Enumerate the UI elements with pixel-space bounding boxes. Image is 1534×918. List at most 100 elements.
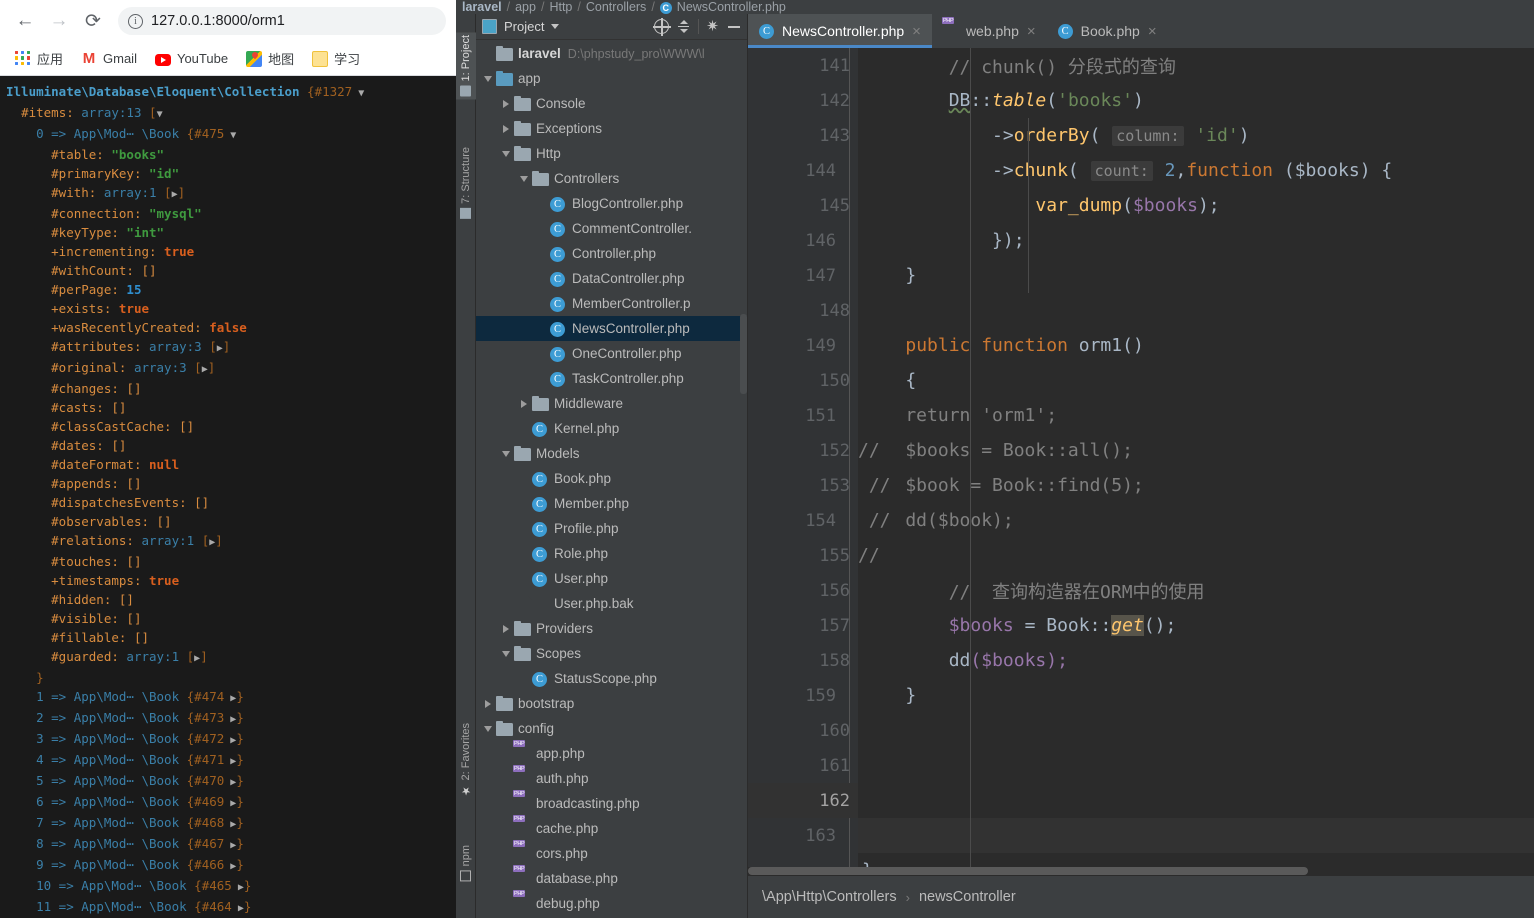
tree-item[interactable]: Providers bbox=[476, 616, 747, 641]
tree-item[interactable]: C Book.php bbox=[476, 466, 747, 491]
back-button[interactable]: ← bbox=[10, 6, 40, 36]
status-path[interactable]: \App\Http\Controllers bbox=[762, 889, 897, 905]
code-line[interactable] bbox=[858, 293, 1534, 328]
tree-item[interactable]: Http bbox=[476, 141, 747, 166]
code-line[interactable]: $books = Book::all(); bbox=[858, 433, 1534, 468]
code-line[interactable] bbox=[858, 713, 1534, 748]
close-icon[interactable]: × bbox=[1148, 23, 1157, 40]
code-line[interactable]: // 查询构造器在ORM中的使用 bbox=[858, 573, 1534, 608]
chevron-down-icon[interactable] bbox=[498, 450, 514, 457]
tree-item[interactable]: C Profile.php bbox=[476, 516, 747, 541]
gear-icon[interactable] bbox=[706, 20, 719, 33]
tree-item[interactable]: C Role.php bbox=[476, 541, 747, 566]
tree-item[interactable]: Models bbox=[476, 441, 747, 466]
tree-item[interactable]: C StatusScope.php bbox=[476, 666, 747, 691]
tree-item[interactable]: laravel D:\phpstudy_pro\WWW\l bbox=[476, 41, 747, 66]
address-bar[interactable]: i 127.0.0.1:8000/orm1 bbox=[118, 7, 446, 35]
bookmark-study[interactable]: 学习 bbox=[305, 46, 367, 71]
tree-item[interactable]: Exceptions bbox=[476, 116, 747, 141]
chevron-right-icon[interactable] bbox=[516, 399, 532, 408]
code-line[interactable]: DB:: table('books') bbox=[858, 83, 1534, 118]
tree-item[interactable]: app.php bbox=[476, 741, 747, 766]
project-file-tree[interactable]: laravel D:\phpstudy_pro\WWW\l app Console Ex… bbox=[476, 40, 747, 918]
code-line[interactable] bbox=[858, 538, 1534, 573]
tree-item[interactable]: C MemberController.p bbox=[476, 291, 747, 316]
tree-item[interactable]: cors.php bbox=[476, 841, 747, 866]
tree-item[interactable]: C Controller.php bbox=[476, 241, 747, 266]
tree-item[interactable]: C Kernel.php bbox=[476, 416, 747, 441]
editor-viewport[interactable]: 141 142 143 144 145 146 147 148 149 150 151 152 153 1… bbox=[748, 48, 1534, 875]
chevron-down-icon[interactable] bbox=[480, 725, 496, 732]
tree-item[interactable]: database.php bbox=[476, 866, 747, 891]
tree-item[interactable]: config bbox=[476, 716, 747, 741]
chevron-down-icon[interactable] bbox=[480, 75, 496, 82]
chevron-right-icon[interactable] bbox=[498, 624, 514, 633]
code-line[interactable]: }); bbox=[858, 223, 1534, 258]
reload-button[interactable]: ⟳ bbox=[78, 6, 108, 36]
close-icon[interactable]: × bbox=[912, 23, 921, 40]
tree-item[interactable]: auth.php bbox=[476, 766, 747, 791]
bookmark-gmail[interactable]: M Gmail bbox=[74, 48, 144, 70]
tree-item[interactable]: C CommentController. bbox=[476, 216, 747, 241]
project-scrollbar[interactable] bbox=[740, 314, 747, 394]
editor-tab[interactable]: web.php × bbox=[932, 14, 1047, 48]
code-line[interactable] bbox=[858, 818, 1534, 853]
info-icon[interactable]: i bbox=[128, 13, 143, 29]
chevron-down-icon[interactable] bbox=[516, 175, 532, 182]
code-content[interactable]: // chunk() 分段式的查询 DB:: table('books') -> o… bbox=[858, 48, 1534, 875]
chevron-down-icon[interactable] bbox=[551, 24, 560, 29]
line-number-gutter[interactable]: 141 142 143 144 145 146 147 148 149 150 151 152 153 1… bbox=[748, 48, 884, 875]
code-line[interactable] bbox=[858, 783, 1534, 818]
editor-tab[interactable]: C Book.php × bbox=[1047, 14, 1168, 48]
code-line[interactable]: -> chunk( count: 2, function ($books) { bbox=[858, 153, 1534, 188]
tree-item[interactable]: C User.php bbox=[476, 566, 747, 591]
minimize-icon[interactable] bbox=[726, 19, 741, 34]
tree-item[interactable]: Middleware bbox=[476, 391, 747, 416]
chevron-right-icon[interactable] bbox=[498, 124, 514, 133]
chevron-down-icon[interactable] bbox=[498, 150, 514, 157]
code-line[interactable]: -> orderBy( column: 'id') bbox=[858, 118, 1534, 153]
tree-item[interactable]: C Member.php bbox=[476, 491, 747, 516]
code-line[interactable]: $books = Book:: get (); bbox=[858, 608, 1534, 643]
tree-item[interactable]: cache.php bbox=[476, 816, 747, 841]
code-line[interactable]: } bbox=[858, 258, 1534, 293]
forward-button[interactable]: → bbox=[44, 6, 74, 36]
tree-item[interactable]: broadcasting.php bbox=[476, 791, 747, 816]
tree-item[interactable]: C BlogController.php bbox=[476, 191, 747, 216]
chevron-right-icon[interactable] bbox=[480, 699, 496, 708]
code-line[interactable]: public function orm1() bbox=[858, 328, 1534, 363]
chevron-down-icon[interactable] bbox=[498, 650, 514, 657]
code-line[interactable]: } bbox=[858, 678, 1534, 713]
toolwindow-npm[interactable]: npm bbox=[456, 842, 476, 884]
code-line[interactable]: { bbox=[858, 363, 1534, 398]
tree-item[interactable]: debug.php bbox=[476, 891, 747, 916]
tree-item[interactable]: Scopes bbox=[476, 641, 747, 666]
bookmark-maps[interactable]: 地图 bbox=[239, 46, 301, 71]
tree-item[interactable]: Console bbox=[476, 91, 747, 116]
tree-item[interactable]: C DataController.php bbox=[476, 266, 747, 291]
code-line[interactable]: $book = Book::find(5); bbox=[858, 468, 1534, 503]
toolwindow-project[interactable]: 1: Project bbox=[456, 32, 476, 100]
tree-item[interactable]: app bbox=[476, 66, 747, 91]
tree-item[interactable]: Controllers bbox=[476, 166, 747, 191]
code-line[interactable]: dd($book); bbox=[858, 503, 1534, 538]
code-line[interactable]: // chunk() 分段式的查询 bbox=[858, 48, 1534, 83]
status-method[interactable]: newsController bbox=[919, 889, 1016, 905]
bookmark-apps[interactable]: 应用 bbox=[8, 46, 70, 71]
toolwindow-favorites[interactable]: ★ 2: Favorites bbox=[456, 720, 476, 800]
code-line[interactable] bbox=[858, 748, 1534, 783]
collapse-all-icon[interactable] bbox=[676, 19, 691, 34]
toolwindow-structure[interactable]: 7: Structure bbox=[456, 144, 476, 222]
code-line[interactable]: return 'orm1'; bbox=[858, 398, 1534, 433]
close-icon[interactable]: × bbox=[1027, 23, 1036, 40]
editor-tab[interactable]: C NewsController.php × bbox=[748, 14, 932, 48]
tree-item[interactable]: C OneController.php bbox=[476, 341, 747, 366]
tree-item[interactable]: User.php.bak bbox=[476, 591, 747, 616]
locate-target-icon[interactable] bbox=[653, 18, 671, 36]
tree-item-selected[interactable]: C NewsController.php bbox=[476, 316, 747, 341]
tree-item[interactable]: C TaskController.php bbox=[476, 366, 747, 391]
code-line[interactable]: dd($books); bbox=[858, 643, 1534, 678]
bookmark-youtube[interactable]: YouTube bbox=[148, 48, 235, 69]
horizontal-scrollbar[interactable] bbox=[748, 867, 1534, 875]
code-line[interactable]: var_dump($books); bbox=[858, 188, 1534, 223]
